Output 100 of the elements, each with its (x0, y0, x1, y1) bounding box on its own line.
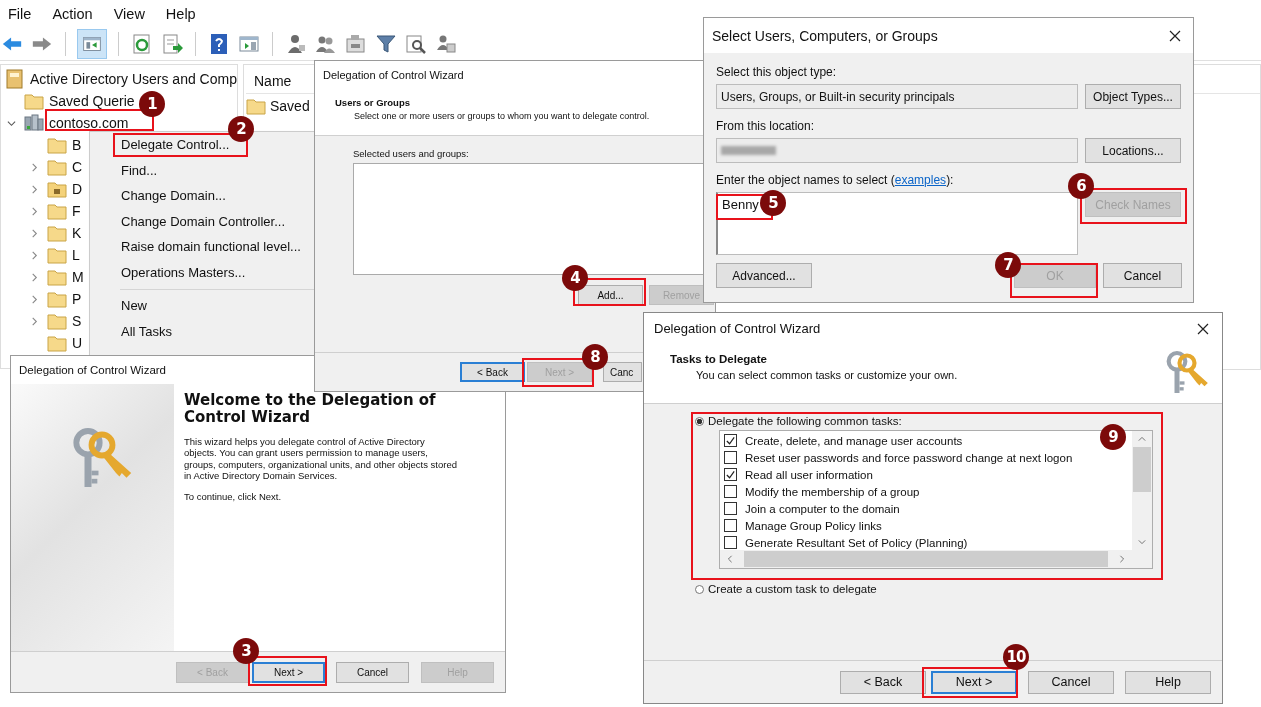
scroll-down-icon[interactable] (1138, 538, 1146, 546)
tree-item[interactable]: U (70, 335, 85, 351)
tree-item[interactable]: Saved Querie (47, 93, 137, 109)
list-button[interactable]: Add... (578, 285, 643, 305)
close-icon[interactable] (1169, 29, 1181, 42)
refresh-icon[interactable] (131, 33, 153, 55)
wizard-button[interactable]: < Back (460, 362, 525, 382)
export-list-icon[interactable] (161, 33, 183, 55)
container-icon[interactable] (345, 33, 367, 55)
collapse-chevron-icon[interactable] (7, 118, 16, 128)
tree-item[interactable]: F (70, 203, 83, 219)
checkbox[interactable] (724, 536, 737, 549)
list-item[interactable]: Saved (270, 98, 310, 114)
object-type-field: Users, Groups, or Built-in security principals (716, 84, 1078, 109)
expand-chevron-icon[interactable] (30, 206, 39, 216)
wizard-button[interactable]: Cancel (1028, 670, 1114, 694)
expand-chevron-icon[interactable] (30, 316, 39, 326)
help-icon[interactable] (208, 33, 230, 55)
wizard-button[interactable]: < Back (840, 670, 926, 694)
tree-item[interactable]: K (70, 225, 84, 241)
wizard-button[interactable]: Next > (252, 661, 325, 683)
radio-button[interactable] (695, 416, 704, 426)
folder-icon (24, 92, 44, 110)
task-label[interactable]: Generate Resultant Set of Policy (Planning) (745, 536, 968, 549)
scroll-right-icon[interactable] (1118, 555, 1126, 563)
folder-icon (47, 202, 67, 220)
task-label[interactable]: Modify the membership of a group (745, 485, 920, 498)
tree-item[interactable]: C (70, 159, 85, 175)
page-subtitle: Select one or more users or groups to whom you want to delegate control. (354, 111, 651, 121)
menu-item[interactable]: All Tasks (90, 318, 318, 344)
user-icon[interactable] (285, 33, 307, 55)
checkbox[interactable] (724, 451, 737, 464)
close-icon[interactable] (1197, 322, 1209, 335)
wizard-hint: To continue, click Next. (184, 491, 283, 503)
locations-button[interactable]: Locations... (1085, 138, 1181, 163)
directory-icon (5, 69, 25, 89)
scroll-up-icon[interactable] (1138, 435, 1146, 443)
tree-item[interactable]: Active Directory Users and Comp (28, 71, 237, 87)
menu-item[interactable]: Find... (90, 157, 318, 183)
task-label[interactable]: Join a computer to the domain (745, 502, 900, 515)
task-label[interactable]: Create, delete, and manage user accounts (745, 434, 963, 447)
task-label[interactable]: Reset user passwords and force password change at next logon (745, 451, 1073, 464)
cancel-button[interactable]: Cancel (1103, 263, 1182, 288)
checkbox[interactable] (724, 502, 737, 515)
folder-icon (47, 224, 67, 242)
tree-item[interactable]: P (70, 291, 84, 307)
expand-chevron-icon[interactable] (30, 162, 39, 172)
horizontal-scrollbar[interactable] (720, 550, 1152, 568)
column-header[interactable]: Name (246, 73, 292, 89)
folder-icon (47, 334, 67, 352)
checkbox[interactable] (724, 434, 737, 447)
tree-item[interactable]: M (70, 269, 86, 285)
menu-item[interactable]: File (8, 6, 32, 22)
menu-item[interactable]: Change Domain... (90, 183, 318, 209)
field-label: Enter the object names to select (examples): (716, 173, 954, 187)
expand-chevron-icon[interactable] (30, 228, 39, 238)
radio-button[interactable] (695, 584, 704, 594)
examples-link[interactable]: examples (894, 173, 947, 187)
tree-item[interactable]: D (70, 181, 85, 197)
checkbox[interactable] (724, 519, 737, 532)
folder-icon (47, 136, 67, 154)
menu-item[interactable]: Action (52, 6, 93, 22)
tree-item[interactable]: B (70, 137, 84, 153)
wizard-button[interactable]: Help (1125, 670, 1211, 694)
menu-item[interactable]: View (113, 6, 145, 22)
menu-item[interactable]: Raise domain functional level... (90, 234, 318, 260)
expand-chevron-icon[interactable] (30, 272, 39, 282)
filter-icon[interactable] (375, 33, 397, 55)
object-types-button[interactable]: Object Types... (1085, 84, 1181, 109)
tree-item[interactable]: contoso.com (47, 115, 131, 131)
find-icon[interactable] (405, 33, 427, 55)
option-label[interactable]: Delegate the following common tasks: (708, 415, 902, 427)
vertical-scrollbar[interactable] (1132, 431, 1152, 550)
page-heading: Users or Groups (335, 97, 411, 108)
menu-item[interactable]: Operations Masters... (90, 259, 318, 285)
page-heading: Tasks to Delegate (670, 353, 768, 365)
checkbox[interactable] (724, 468, 737, 481)
checkbox[interactable] (724, 485, 737, 498)
menu-item[interactable]: New (90, 293, 318, 319)
wizard-button[interactable]: Canc (603, 362, 642, 382)
tree-item[interactable]: S (70, 313, 84, 329)
expand-chevron-icon[interactable] (30, 294, 39, 304)
advanced-button[interactable]: Advanced... (716, 263, 812, 288)
group-icon[interactable] (435, 33, 457, 55)
wizard-heading: Welcome to the Delegation of Control Wizard (184, 392, 437, 426)
task-label[interactable]: Read all user information (745, 468, 873, 481)
menu-item[interactable]: Help (165, 6, 196, 22)
folder-icon (47, 246, 67, 264)
action-pane-icon[interactable] (238, 33, 260, 55)
wizard-button[interactable]: Next > (931, 670, 1017, 694)
console-tree-icon[interactable] (78, 30, 106, 58)
wizard-button[interactable]: Cancel (336, 661, 409, 683)
expand-chevron-icon[interactable] (30, 250, 39, 260)
tree-item[interactable]: L (70, 247, 82, 263)
task-label[interactable]: Manage Group Policy links (745, 519, 882, 532)
menu-item[interactable]: Change Domain Controller... (90, 208, 318, 234)
expand-chevron-icon[interactable] (30, 184, 39, 194)
folder-icon (47, 312, 67, 330)
scroll-left-icon[interactable] (726, 555, 734, 563)
option-label[interactable]: Create a custom task to delegate (708, 583, 877, 595)
